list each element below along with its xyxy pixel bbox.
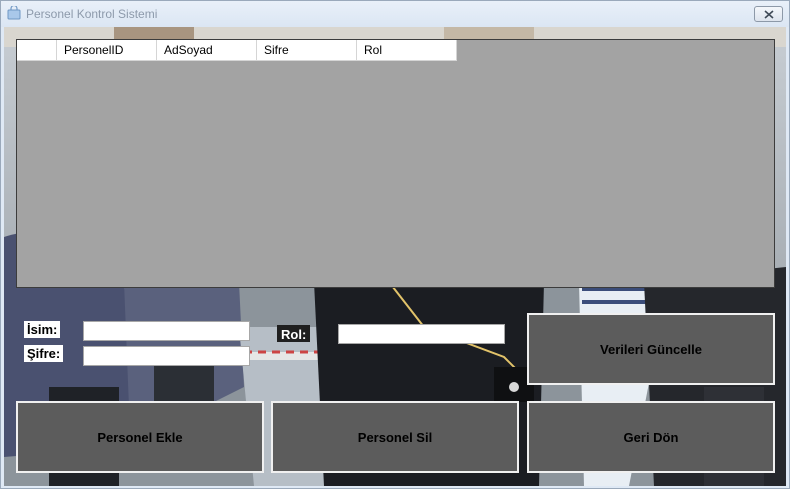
back-button[interactable]: Geri Dön — [527, 401, 775, 473]
column-header-adsoyad[interactable]: AdSoyad — [157, 40, 257, 61]
sifre-label: Şifre: — [24, 345, 64, 362]
rol-label: Rol: — [277, 325, 311, 342]
isim-label: İsim: — [24, 321, 61, 338]
add-personel-button-label: Personel Ekle — [97, 429, 183, 445]
update-data-button[interactable]: Verileri Güncelle — [527, 313, 775, 385]
close-icon — [764, 10, 774, 19]
sifre-input[interactable] — [83, 346, 250, 366]
title-bar[interactable]: Personel Kontrol Sistemi — [1, 1, 789, 27]
form-icon — [7, 4, 21, 20]
delete-personel-button[interactable]: Personel Sil — [271, 401, 519, 473]
row-header-corner[interactable] — [17, 40, 57, 61]
column-header-personelid[interactable]: PersonelID — [57, 40, 157, 61]
window-title: Personel Kontrol Sistemi — [26, 7, 158, 21]
app-window: Personel Kontrol Sistemi PersonelID AdSo… — [0, 0, 790, 489]
delete-personel-button-label: Personel Sil — [357, 429, 433, 445]
personel-data-grid[interactable]: PersonelID AdSoyad Sifre Rol — [16, 39, 775, 288]
add-personel-button[interactable]: Personel Ekle — [16, 401, 264, 473]
rol-input[interactable] — [338, 324, 505, 344]
column-header-sifre[interactable]: Sifre — [257, 40, 357, 61]
back-button-label: Geri Dön — [623, 429, 679, 445]
grid-header-row: PersonelID AdSoyad Sifre Rol — [17, 40, 457, 61]
form-client-area: PersonelID AdSoyad Sifre Rol İsim: Şifre… — [4, 27, 786, 486]
update-data-button-label: Verileri Güncelle — [600, 341, 702, 357]
isim-input[interactable] — [83, 321, 250, 341]
close-button[interactable] — [754, 6, 783, 22]
column-header-rol[interactable]: Rol — [357, 40, 457, 61]
